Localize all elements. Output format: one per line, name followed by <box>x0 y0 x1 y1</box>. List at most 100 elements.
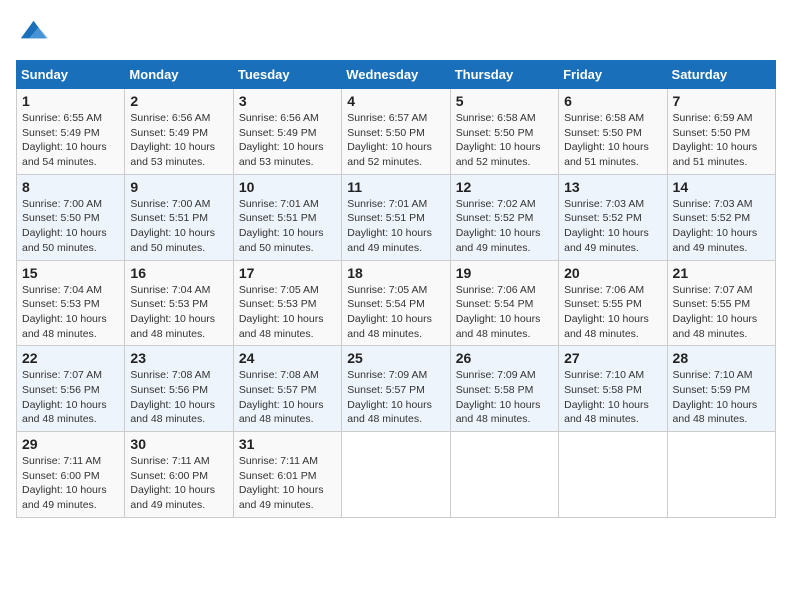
day-info: Sunrise: 7:00 AM Sunset: 5:51 PM Dayligh… <box>130 197 227 256</box>
calendar-cell: 6 Sunrise: 6:58 AM Sunset: 5:50 PM Dayli… <box>559 89 667 175</box>
calendar-week-row: 8 Sunrise: 7:00 AM Sunset: 5:50 PM Dayli… <box>17 174 776 260</box>
day-number: 5 <box>456 93 553 109</box>
day-number: 23 <box>130 350 227 366</box>
calendar-cell: 7 Sunrise: 6:59 AM Sunset: 5:50 PM Dayli… <box>667 89 775 175</box>
calendar-week-row: 1 Sunrise: 6:55 AM Sunset: 5:49 PM Dayli… <box>17 89 776 175</box>
calendar-week-row: 29 Sunrise: 7:11 AM Sunset: 6:00 PM Dayl… <box>17 432 776 518</box>
calendar-cell: 21 Sunrise: 7:07 AM Sunset: 5:55 PM Dayl… <box>667 260 775 346</box>
day-number: 14 <box>673 179 770 195</box>
calendar-cell: 19 Sunrise: 7:06 AM Sunset: 5:54 PM Dayl… <box>450 260 558 346</box>
day-number: 11 <box>347 179 444 195</box>
day-number: 7 <box>673 93 770 109</box>
calendar-cell: 4 Sunrise: 6:57 AM Sunset: 5:50 PM Dayli… <box>342 89 450 175</box>
day-number: 2 <box>130 93 227 109</box>
day-number: 10 <box>239 179 336 195</box>
day-number: 16 <box>130 265 227 281</box>
day-info: Sunrise: 6:55 AM Sunset: 5:49 PM Dayligh… <box>22 111 119 170</box>
day-number: 17 <box>239 265 336 281</box>
day-number: 29 <box>22 436 119 452</box>
calendar-cell: 20 Sunrise: 7:06 AM Sunset: 5:55 PM Dayl… <box>559 260 667 346</box>
day-info: Sunrise: 7:00 AM Sunset: 5:50 PM Dayligh… <box>22 197 119 256</box>
day-info: Sunrise: 7:01 AM Sunset: 5:51 PM Dayligh… <box>239 197 336 256</box>
calendar-cell: 30 Sunrise: 7:11 AM Sunset: 6:00 PM Dayl… <box>125 432 233 518</box>
calendar-cell: 24 Sunrise: 7:08 AM Sunset: 5:57 PM Dayl… <box>233 346 341 432</box>
calendar-cell: 29 Sunrise: 7:11 AM Sunset: 6:00 PM Dayl… <box>17 432 125 518</box>
day-info: Sunrise: 7:10 AM Sunset: 5:59 PM Dayligh… <box>673 368 770 427</box>
day-number: 3 <box>239 93 336 109</box>
day-number: 1 <box>22 93 119 109</box>
day-number: 22 <box>22 350 119 366</box>
calendar-cell: 2 Sunrise: 6:56 AM Sunset: 5:49 PM Dayli… <box>125 89 233 175</box>
calendar-cell: 15 Sunrise: 7:04 AM Sunset: 5:53 PM Dayl… <box>17 260 125 346</box>
calendar-cell: 1 Sunrise: 6:55 AM Sunset: 5:49 PM Dayli… <box>17 89 125 175</box>
day-number: 9 <box>130 179 227 195</box>
calendar-cell: 27 Sunrise: 7:10 AM Sunset: 5:58 PM Dayl… <box>559 346 667 432</box>
day-number: 6 <box>564 93 661 109</box>
calendar-cell: 17 Sunrise: 7:05 AM Sunset: 5:53 PM Dayl… <box>233 260 341 346</box>
calendar-cell <box>450 432 558 518</box>
day-number: 30 <box>130 436 227 452</box>
day-number: 25 <box>347 350 444 366</box>
day-number: 18 <box>347 265 444 281</box>
day-info: Sunrise: 7:10 AM Sunset: 5:58 PM Dayligh… <box>564 368 661 427</box>
logo <box>16 16 52 48</box>
day-number: 15 <box>22 265 119 281</box>
day-info: Sunrise: 6:56 AM Sunset: 5:49 PM Dayligh… <box>239 111 336 170</box>
day-info: Sunrise: 7:03 AM Sunset: 5:52 PM Dayligh… <box>673 197 770 256</box>
calendar-cell: 13 Sunrise: 7:03 AM Sunset: 5:52 PM Dayl… <box>559 174 667 260</box>
weekday-header-wednesday: Wednesday <box>342 61 450 89</box>
calendar-cell: 12 Sunrise: 7:02 AM Sunset: 5:52 PM Dayl… <box>450 174 558 260</box>
weekday-header-tuesday: Tuesday <box>233 61 341 89</box>
day-info: Sunrise: 7:11 AM Sunset: 6:01 PM Dayligh… <box>239 454 336 513</box>
day-number: 26 <box>456 350 553 366</box>
day-info: Sunrise: 6:58 AM Sunset: 5:50 PM Dayligh… <box>456 111 553 170</box>
page-header <box>16 16 776 48</box>
day-info: Sunrise: 6:59 AM Sunset: 5:50 PM Dayligh… <box>673 111 770 170</box>
day-number: 13 <box>564 179 661 195</box>
weekday-header-sunday: Sunday <box>17 61 125 89</box>
day-info: Sunrise: 6:57 AM Sunset: 5:50 PM Dayligh… <box>347 111 444 170</box>
logo-icon <box>16 16 48 48</box>
day-number: 31 <box>239 436 336 452</box>
calendar-week-row: 22 Sunrise: 7:07 AM Sunset: 5:56 PM Dayl… <box>17 346 776 432</box>
weekday-header-friday: Friday <box>559 61 667 89</box>
day-info: Sunrise: 7:03 AM Sunset: 5:52 PM Dayligh… <box>564 197 661 256</box>
day-info: Sunrise: 7:11 AM Sunset: 6:00 PM Dayligh… <box>130 454 227 513</box>
weekday-header-thursday: Thursday <box>450 61 558 89</box>
day-number: 4 <box>347 93 444 109</box>
day-info: Sunrise: 7:05 AM Sunset: 5:53 PM Dayligh… <box>239 283 336 342</box>
calendar-cell: 23 Sunrise: 7:08 AM Sunset: 5:56 PM Dayl… <box>125 346 233 432</box>
calendar-cell <box>559 432 667 518</box>
calendar-cell: 22 Sunrise: 7:07 AM Sunset: 5:56 PM Dayl… <box>17 346 125 432</box>
day-number: 27 <box>564 350 661 366</box>
calendar-cell: 5 Sunrise: 6:58 AM Sunset: 5:50 PM Dayli… <box>450 89 558 175</box>
calendar-cell: 10 Sunrise: 7:01 AM Sunset: 5:51 PM Dayl… <box>233 174 341 260</box>
calendar-week-row: 15 Sunrise: 7:04 AM Sunset: 5:53 PM Dayl… <box>17 260 776 346</box>
calendar-cell: 25 Sunrise: 7:09 AM Sunset: 5:57 PM Dayl… <box>342 346 450 432</box>
day-number: 21 <box>673 265 770 281</box>
calendar-cell <box>667 432 775 518</box>
day-info: Sunrise: 7:02 AM Sunset: 5:52 PM Dayligh… <box>456 197 553 256</box>
calendar-cell: 9 Sunrise: 7:00 AM Sunset: 5:51 PM Dayli… <box>125 174 233 260</box>
day-info: Sunrise: 7:09 AM Sunset: 5:57 PM Dayligh… <box>347 368 444 427</box>
weekday-header-monday: Monday <box>125 61 233 89</box>
calendar-cell <box>342 432 450 518</box>
day-info: Sunrise: 7:09 AM Sunset: 5:58 PM Dayligh… <box>456 368 553 427</box>
day-number: 28 <box>673 350 770 366</box>
day-info: Sunrise: 7:07 AM Sunset: 5:55 PM Dayligh… <box>673 283 770 342</box>
day-number: 24 <box>239 350 336 366</box>
day-info: Sunrise: 7:07 AM Sunset: 5:56 PM Dayligh… <box>22 368 119 427</box>
day-info: Sunrise: 7:08 AM Sunset: 5:57 PM Dayligh… <box>239 368 336 427</box>
day-info: Sunrise: 7:06 AM Sunset: 5:55 PM Dayligh… <box>564 283 661 342</box>
day-info: Sunrise: 7:08 AM Sunset: 5:56 PM Dayligh… <box>130 368 227 427</box>
day-info: Sunrise: 6:58 AM Sunset: 5:50 PM Dayligh… <box>564 111 661 170</box>
calendar-cell: 18 Sunrise: 7:05 AM Sunset: 5:54 PM Dayl… <box>342 260 450 346</box>
day-info: Sunrise: 7:05 AM Sunset: 5:54 PM Dayligh… <box>347 283 444 342</box>
calendar-cell: 28 Sunrise: 7:10 AM Sunset: 5:59 PM Dayl… <box>667 346 775 432</box>
calendar-table: SundayMondayTuesdayWednesdayThursdayFrid… <box>16 60 776 518</box>
calendar-cell: 3 Sunrise: 6:56 AM Sunset: 5:49 PM Dayli… <box>233 89 341 175</box>
day-info: Sunrise: 7:11 AM Sunset: 6:00 PM Dayligh… <box>22 454 119 513</box>
calendar-header-row: SundayMondayTuesdayWednesdayThursdayFrid… <box>17 61 776 89</box>
day-info: Sunrise: 7:01 AM Sunset: 5:51 PM Dayligh… <box>347 197 444 256</box>
day-info: Sunrise: 6:56 AM Sunset: 5:49 PM Dayligh… <box>130 111 227 170</box>
